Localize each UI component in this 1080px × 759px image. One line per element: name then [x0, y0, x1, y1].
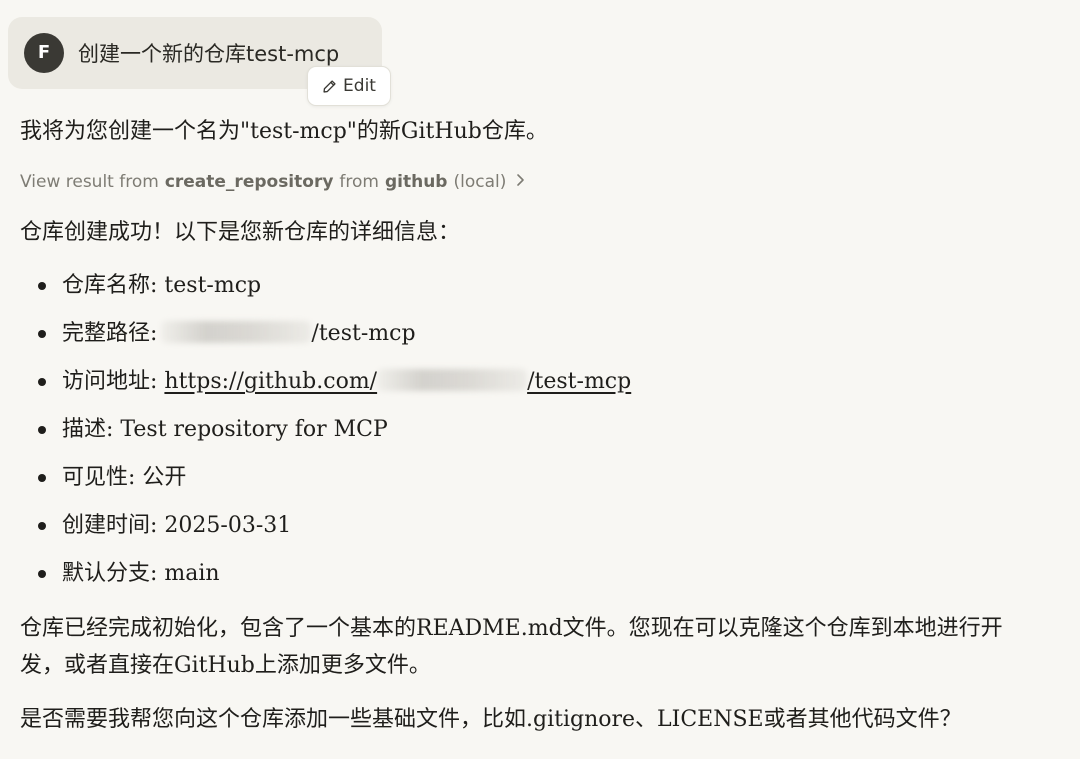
tool-from-word: from	[339, 172, 379, 192]
bullet-dot	[38, 378, 46, 386]
closing-line-1: 仓库已经完成初始化，包含了一个基本的README.md文件。您现在可以克隆这个仓…	[20, 616, 1003, 641]
bullet-dot	[38, 522, 46, 530]
detail-label: 仓库名称:	[62, 273, 158, 298]
server-name: github	[384, 172, 448, 192]
detail-label: 描述:	[62, 417, 114, 442]
detail-label: 访问地址:	[62, 369, 158, 394]
detail-value: /test-mcp	[311, 321, 416, 346]
detail-value: 2025-03-31	[164, 513, 292, 538]
bullet-dot	[38, 570, 46, 578]
bullet-dot	[38, 474, 46, 482]
pencil-icon	[322, 79, 337, 94]
detail-value: test-mcp	[164, 273, 262, 298]
edit-button[interactable]: Edit	[307, 66, 391, 106]
server-suffix: (local)	[453, 172, 507, 192]
detail-label: 完整路径:	[62, 321, 158, 346]
detail-label: 可见性:	[62, 465, 136, 490]
detail-value: Test repository for MCP	[120, 417, 388, 442]
list-item-default-branch: 默认分支: main	[38, 556, 631, 604]
repo-url-suffix: /test-mcp	[527, 369, 632, 394]
edit-button-label: Edit	[343, 76, 376, 96]
list-item-description: 描述: Test repository for MCP	[38, 412, 631, 460]
user-message-text: 创建一个新的仓库test-mcp	[78, 42, 340, 66]
list-item-url: 访问地址: https://github.com/ /test-mcp	[38, 364, 631, 412]
closing-line-2: 发，或者直接在GitHub上添加更多文件。	[20, 653, 431, 678]
follow-up-question: 是否需要我帮您向这个仓库添加一些基础文件，比如.gitignore、LICENS…	[20, 707, 962, 732]
redacted-owner	[161, 321, 312, 343]
tool-result-prefix: View result from	[20, 172, 159, 192]
tool-name: create_repository	[164, 172, 334, 192]
bullet-dot	[38, 330, 46, 338]
list-item-created-at: 创建时间: 2025-03-31	[38, 508, 631, 556]
detail-label: 默认分支:	[62, 561, 158, 586]
success-line: 仓库创建成功！以下是您新仓库的详细信息：	[20, 220, 461, 245]
list-item-visibility: 可见性: 公开	[38, 460, 631, 508]
detail-value: 公开	[142, 465, 187, 490]
bullet-dot	[38, 426, 46, 434]
list-item-full-path: 完整路径: /test-mcp	[38, 316, 631, 364]
list-item-repo-name: 仓库名称: test-mcp	[38, 268, 631, 316]
bullet-dot	[38, 282, 46, 290]
repo-url-link[interactable]: https://github.com/ /test-mcp	[164, 369, 631, 394]
assistant-intro: 我将为您创建一个名为"test-mcp"的新GitHub仓库。	[20, 119, 548, 144]
detail-value: main	[164, 561, 220, 586]
repo-details-list: 仓库名称: test-mcp 完整路径: /test-mcp 访问地址: http…	[38, 268, 631, 604]
chevron-right-icon	[516, 168, 525, 196]
repo-url-prefix: https://github.com/	[164, 369, 378, 394]
detail-label: 创建时间:	[62, 513, 158, 538]
redacted-owner	[377, 369, 528, 391]
tool-result-link[interactable]: View result from create_repository from …	[20, 168, 525, 196]
user-avatar: F	[24, 33, 64, 73]
